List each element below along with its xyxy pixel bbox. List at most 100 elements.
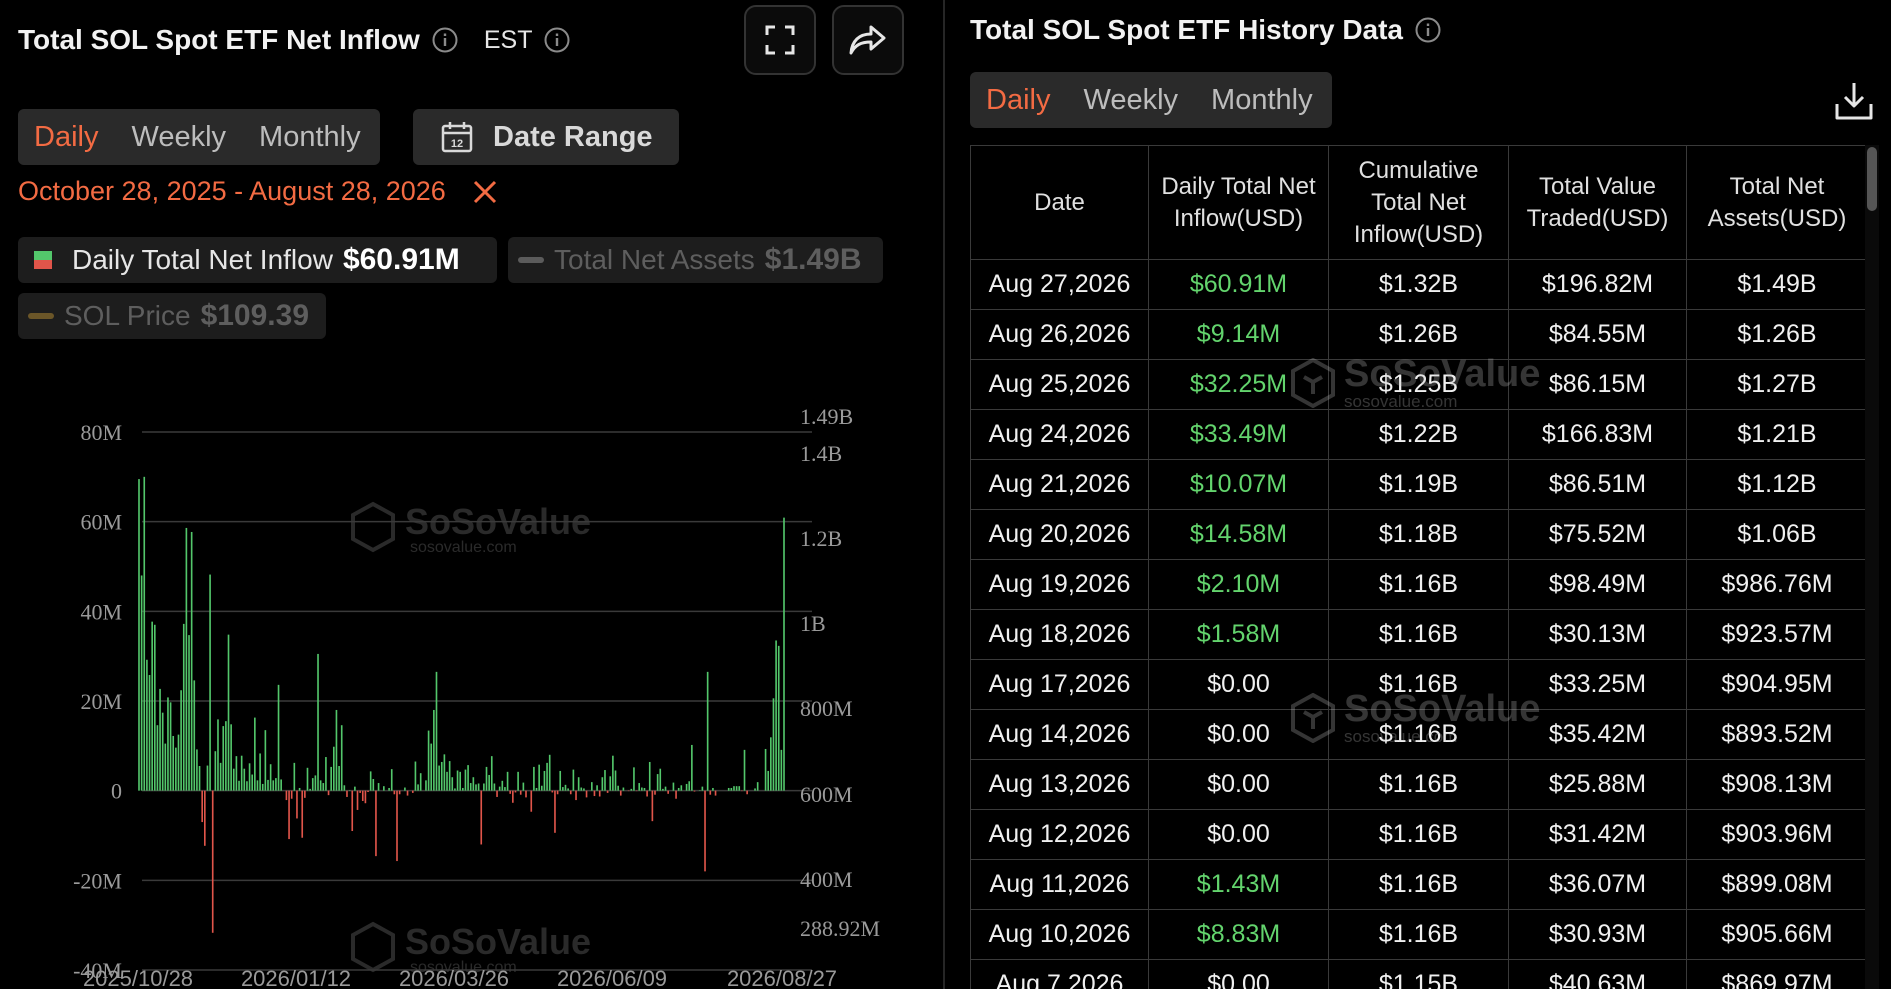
legend-label: Total Net Assets [554, 244, 755, 275]
bar [211, 790, 214, 933]
bar [219, 762, 222, 791]
cell-cumulative: $1.18B [1328, 509, 1509, 560]
table-row[interactable]: Aug 19,2026 $2.10M $1.16B $98.49M $986.76M [970, 559, 1868, 610]
bar [609, 776, 612, 791]
y-right-tick-label: 1.4B [800, 441, 842, 466]
bar [414, 761, 417, 791]
timezone-info-icon[interactable] [544, 27, 570, 53]
bar [501, 780, 504, 791]
table-row[interactable]: Aug 24,2026 $33.49M $1.22B $166.83M $1.21B [970, 409, 1868, 460]
bar [704, 790, 706, 872]
bar [596, 785, 598, 791]
history-table: Date Daily Total Net Inflow(USD) Cumulat… [970, 145, 1868, 989]
y-right-tick-label: 400M [800, 867, 853, 892]
bar [580, 787, 583, 791]
chart-watermark-subtext: sosovalue.com [410, 539, 517, 556]
col-total-net-assets[interactable]: Total Net Assets(USD) [1686, 145, 1868, 260]
bar [754, 788, 756, 791]
cell-value-traded: $31.42M [1508, 809, 1687, 860]
chart-watermark [351, 921, 395, 973]
table-row[interactable]: Aug 13,2026 $0.00 $1.16B $25.88M $908.13M [970, 759, 1868, 810]
info-icon[interactable] [432, 27, 458, 53]
bar [777, 645, 780, 791]
table-row[interactable]: Aug 11,2026 $1.43M $1.16B $36.07M $899.08M [970, 859, 1868, 910]
bar [530, 790, 533, 812]
bar [617, 785, 619, 791]
legend-total-net-assets[interactable]: Total Net Assets $1.49B [508, 237, 883, 283]
bar [356, 790, 359, 810]
close-icon[interactable] [472, 179, 498, 205]
bar [261, 783, 264, 791]
y-right-tick-label: 800M [800, 696, 853, 721]
y-left-tick-label: -20M [73, 868, 122, 893]
table-row[interactable]: Aug 20,2026 $14.58M $1.18B $75.52M $1.06B [970, 509, 1868, 560]
bar [496, 790, 498, 797]
fullscreen-button[interactable] [744, 5, 816, 75]
bar [330, 766, 332, 791]
tab-daily[interactable]: Daily [34, 121, 98, 154]
table-row[interactable]: Aug 18,2026 $1.58M $1.16B $30.13M $923.57M [970, 609, 1868, 660]
calendar-day: 12 [451, 138, 463, 150]
tab-daily[interactable]: Daily [986, 84, 1050, 117]
cell-date: Aug 10,2026 [970, 909, 1149, 960]
download-icon[interactable] [1833, 80, 1875, 122]
bar [591, 782, 593, 791]
cell-daily-net-inflow: $60.91M [1148, 259, 1329, 310]
table-header-row: Date Daily Total Net Inflow(USD) Cumulat… [970, 145, 1868, 260]
bar [204, 790, 206, 846]
bar [227, 634, 230, 791]
scrollbar-thumb[interactable] [1867, 147, 1877, 211]
bar [456, 770, 459, 791]
tab-monthly[interactable]: Monthly [1211, 84, 1313, 117]
bar [243, 768, 246, 791]
bar [164, 743, 167, 791]
table-row[interactable]: Aug 10,2026 $8.83M $1.16B $30.93M $905.66M [970, 909, 1868, 960]
table-row[interactable]: Aug 7,2026 $0.00 $1.15B $40.63M $869.97M [970, 959, 1868, 989]
table-row[interactable]: Aug 27,2026 $60.91M $1.32B $196.82M $1.49B [970, 259, 1868, 310]
col-date[interactable]: Date [970, 145, 1149, 260]
table-row[interactable]: Aug 26,2026 $9.14M $1.26B $84.55M $1.26B [970, 309, 1868, 360]
col-total-value-traded[interactable]: Total Value Traded(USD) [1508, 145, 1687, 260]
bar [388, 787, 390, 791]
bar [614, 770, 617, 791]
bar [554, 790, 556, 833]
cell-date: Aug 26,2026 [970, 309, 1149, 360]
bar [483, 783, 485, 791]
bar [406, 790, 409, 796]
cell-daily-net-inflow: $0.00 [1148, 759, 1329, 810]
bar [448, 761, 451, 791]
bar [317, 653, 319, 791]
bar [430, 743, 433, 791]
cell-cumulative: $1.15B [1328, 959, 1509, 989]
date-range-button[interactable]: 12 Date Range [413, 109, 679, 165]
col-daily-net-inflow[interactable]: Daily Total Net Inflow(USD) [1148, 145, 1329, 260]
share-button[interactable] [832, 5, 904, 75]
legend-daily-net-inflow[interactable]: Daily Total Net Inflow $60.91M [18, 237, 497, 283]
table-row[interactable]: Aug 12,2026 $0.00 $1.16B $31.42M $903.96M [970, 809, 1868, 860]
bar [180, 690, 182, 791]
bar [343, 785, 346, 791]
tab-monthly[interactable]: Monthly [259, 121, 361, 154]
cell-daily-net-inflow: $2.10M [1148, 559, 1329, 610]
bar [275, 778, 277, 791]
bar [298, 787, 301, 791]
tab-weekly[interactable]: Weekly [1083, 84, 1178, 117]
bar [659, 768, 662, 791]
net-inflow-chart[interactable]: SoSoValuesosovalue.comSoSoValuesosovalue… [0, 380, 943, 989]
bar [214, 751, 217, 791]
bar [604, 770, 606, 791]
table-row[interactable]: Aug 21,2026 $10.07M $1.19B $86.51M $1.12B [970, 459, 1868, 510]
x-tick-label: 2026/03/26 [399, 966, 509, 989]
watermark: SoSoValue sosovalue.com [1290, 355, 1540, 410]
bar [256, 780, 259, 791]
table-scrollbar[interactable] [1865, 145, 1879, 989]
bar [685, 783, 688, 791]
bar [272, 780, 275, 791]
tab-weekly[interactable]: Weekly [131, 121, 226, 154]
bar [514, 790, 517, 793]
info-icon[interactable] [1415, 17, 1441, 43]
cell-net-assets: $904.95M [1686, 659, 1868, 710]
col-cumulative-net-inflow[interactable]: Cumulative Total Net Inflow(USD) [1328, 145, 1509, 260]
history-panel: Total SOL Spot ETF History Data Daily We… [945, 0, 1891, 989]
legend-sol-price[interactable]: SOL Price $109.39 [18, 293, 326, 339]
